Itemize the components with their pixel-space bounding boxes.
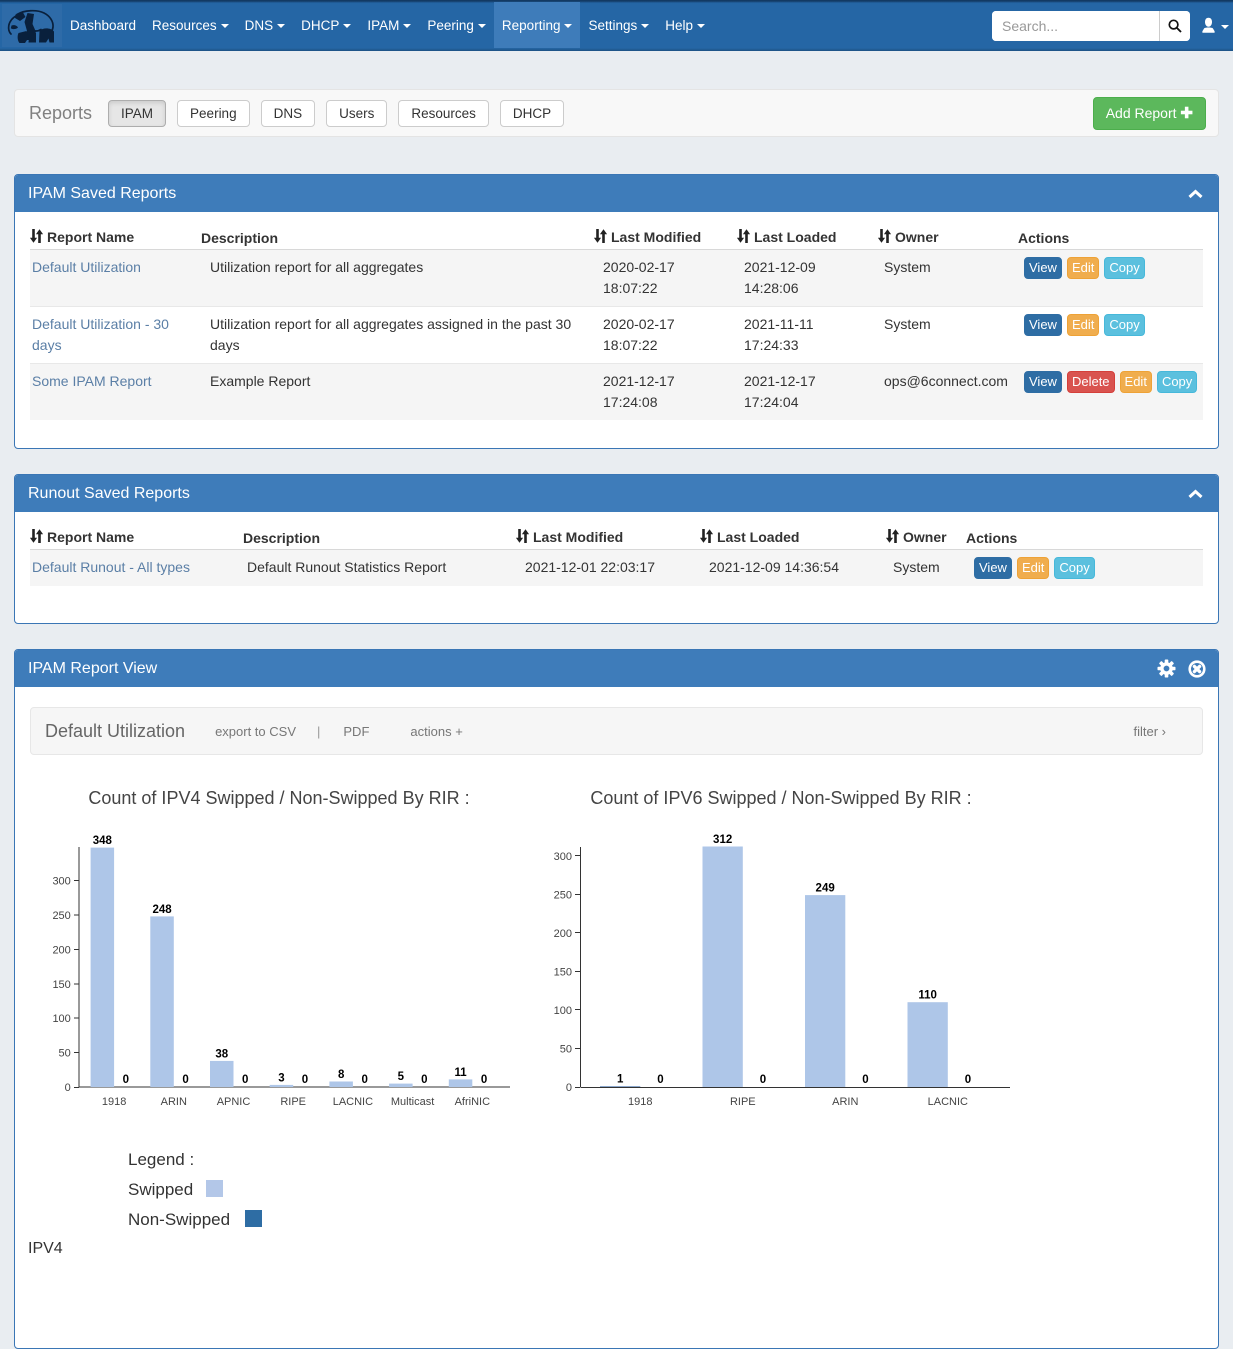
svg-text:LACNIC: LACNIC	[928, 1096, 968, 1108]
svg-text:348: 348	[93, 835, 113, 847]
svg-text:8: 8	[338, 1069, 345, 1081]
svg-text:0: 0	[566, 1082, 572, 1094]
svg-text:0: 0	[965, 1074, 971, 1086]
svg-text:1918: 1918	[102, 1096, 126, 1108]
svg-text:0: 0	[421, 1074, 427, 1086]
svg-text:0: 0	[123, 1074, 129, 1086]
svg-text:300: 300	[52, 876, 70, 888]
svg-text:11: 11	[454, 1067, 467, 1079]
svg-text:3: 3	[278, 1072, 284, 1084]
svg-text:ARIN: ARIN	[832, 1096, 858, 1108]
svg-text:0: 0	[182, 1074, 188, 1086]
svg-text:150: 150	[554, 966, 572, 978]
svg-text:0: 0	[242, 1074, 248, 1086]
svg-text:5: 5	[398, 1071, 405, 1083]
svg-text:100: 100	[554, 1005, 572, 1017]
svg-text:0: 0	[302, 1074, 308, 1086]
svg-text:248: 248	[152, 904, 172, 916]
svg-text:50: 50	[59, 1048, 71, 1060]
svg-text:1: 1	[617, 1074, 624, 1086]
svg-text:300: 300	[554, 851, 572, 863]
svg-text:Multicast: Multicast	[391, 1096, 434, 1108]
svg-text:0: 0	[657, 1074, 663, 1086]
svg-text:APNIC: APNIC	[217, 1096, 251, 1108]
svg-text:200: 200	[554, 928, 572, 940]
svg-text:AfriNIC: AfriNIC	[455, 1096, 491, 1108]
svg-text:50: 50	[560, 1043, 572, 1055]
svg-text:ARIN: ARIN	[161, 1096, 187, 1108]
svg-text:Count of IPV6 Swipped / Non-Sw: Count of IPV6 Swipped / Non-Swipped By R…	[590, 788, 971, 808]
svg-text:250: 250	[52, 910, 70, 922]
svg-text:RIPE: RIPE	[730, 1096, 756, 1108]
svg-text:249: 249	[816, 883, 835, 895]
svg-text:0: 0	[361, 1074, 367, 1086]
svg-text:0: 0	[65, 1082, 71, 1094]
svg-text:RIPE: RIPE	[280, 1096, 306, 1108]
svg-text:250: 250	[554, 889, 572, 901]
svg-text:150: 150	[52, 979, 70, 991]
svg-text:38: 38	[215, 1048, 228, 1060]
svg-text:110: 110	[918, 990, 937, 1002]
svg-text:0: 0	[481, 1074, 487, 1086]
svg-text:312: 312	[713, 834, 732, 846]
svg-text:100: 100	[52, 1013, 70, 1025]
svg-text:LACNIC: LACNIC	[333, 1096, 373, 1108]
svg-text:1918: 1918	[628, 1096, 652, 1108]
svg-text:0: 0	[760, 1074, 766, 1086]
svg-text:Count of IPV4 Swipped / Non-Sw: Count of IPV4 Swipped / Non-Swipped By R…	[88, 788, 469, 808]
svg-text:0: 0	[862, 1074, 868, 1086]
svg-text:200: 200	[52, 944, 70, 956]
